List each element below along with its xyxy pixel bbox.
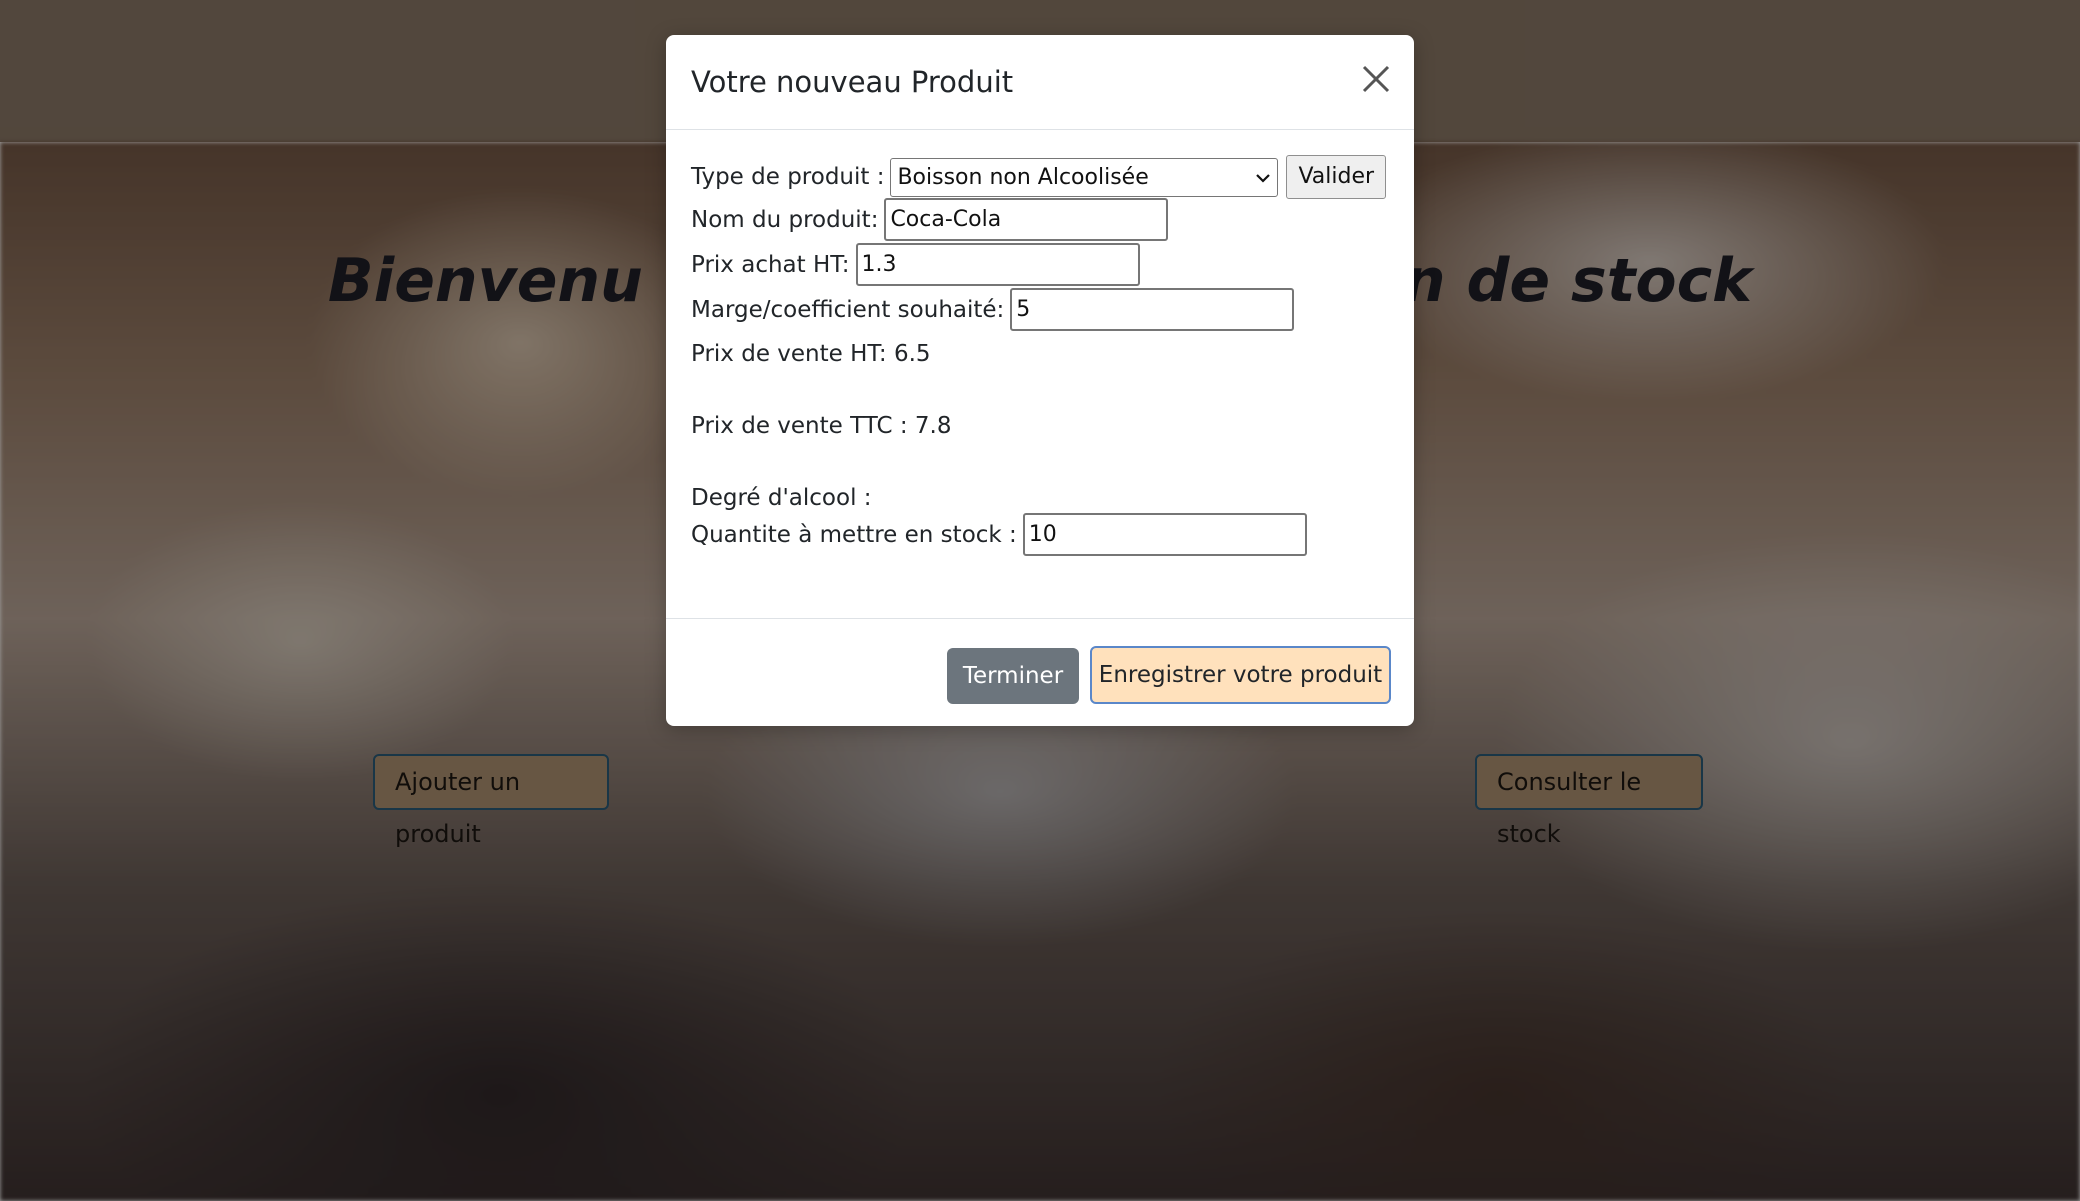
purchase-price-row: Prix achat HT: 1.3	[691, 243, 1140, 286]
product-name-field[interactable]: Coca-Cola	[884, 198, 1169, 241]
product-type-label: Type de produit :	[691, 164, 885, 190]
save-product-button[interactable]: Enregistrer votre produit	[1090, 646, 1391, 704]
quantity-field[interactable]: 10	[1022, 513, 1307, 556]
new-product-dialog: Votre nouveau Produit Type de produit : …	[666, 35, 1414, 726]
alcohol-degree-label: Degré d'alcool :	[691, 485, 872, 511]
product-type-row: Type de produit : Boisson non Alcoolisée…	[691, 155, 1387, 199]
product-name-row: Nom du produit: Coca-Cola	[691, 198, 1169, 241]
validate-button[interactable]: Valider	[1286, 155, 1387, 199]
quantity-row: Quantite à mettre en stock : 10	[691, 513, 1307, 556]
purchase-price-field[interactable]: 1.3	[855, 243, 1140, 286]
close-icon[interactable]	[1360, 63, 1392, 95]
sale-price-ttc: Prix de vente TTC : 7.8	[691, 413, 952, 439]
margin-field[interactable]: 5	[1010, 288, 1295, 331]
modal-title: Votre nouveau Produit	[691, 65, 1014, 99]
chevron-down-icon	[1255, 165, 1271, 190]
product-name-label: Nom du produit:	[691, 206, 879, 233]
purchase-price-label: Prix achat HT:	[691, 251, 850, 278]
margin-row: Marge/coefficient souhaité: 5	[691, 288, 1295, 331]
finish-button[interactable]: Terminer	[947, 648, 1079, 704]
page: Bienvenu n de stock Ajouter un produit Co…	[0, 0, 2080, 1201]
product-type-selected: Boisson non Alcoolisée	[897, 164, 1149, 190]
modal-header: Votre nouveau Produit	[666, 35, 1414, 130]
product-type-select[interactable]: Boisson non Alcoolisée	[890, 157, 1279, 197]
margin-label: Marge/coefficient souhaité:	[691, 296, 1005, 323]
quantity-label: Quantite à mettre en stock :	[691, 521, 1017, 548]
sale-price-ht: Prix de vente HT: 6.5	[691, 341, 931, 367]
modal-footer: Terminer Enregistrer votre produit	[666, 618, 1414, 727]
